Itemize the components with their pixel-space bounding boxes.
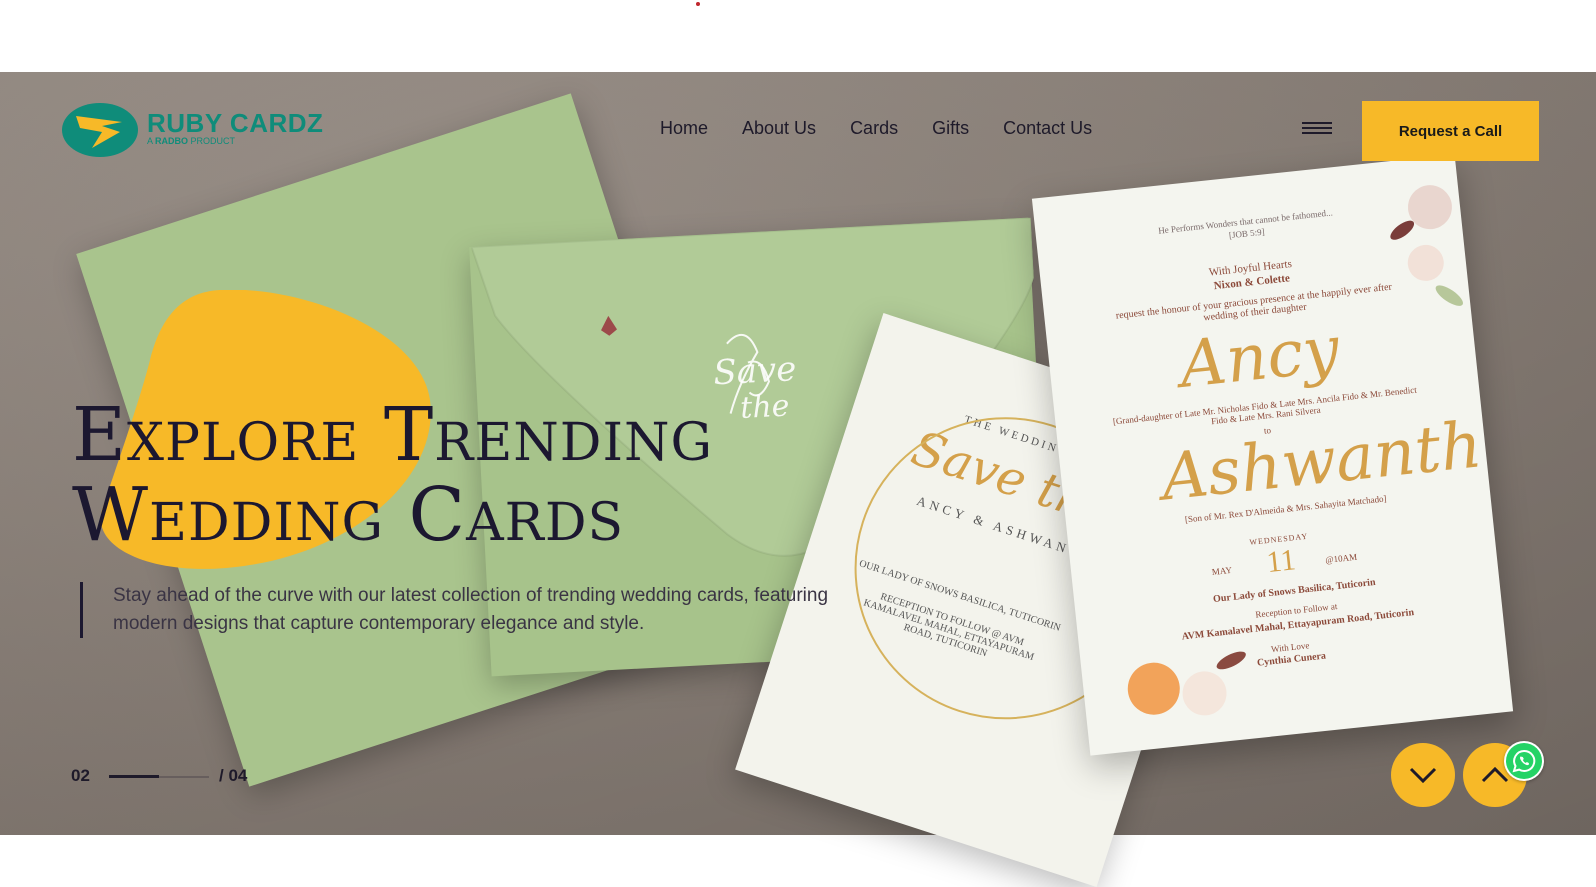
logo-icon — [62, 103, 138, 157]
top-bar — [0, 0, 1596, 72]
floral-decoration — [1390, 185, 1463, 306]
whatsapp-icon — [1512, 749, 1536, 773]
card-time: @10AM — [1324, 551, 1358, 566]
request-call-button[interactable]: Request a Call — [1362, 101, 1539, 161]
invitation-card-main: He Performs Wonders that cannot be fatho… — [1031, 154, 1514, 756]
hero-title-line-2: Wedding Cards — [72, 472, 625, 558]
svg-text:Save: Save — [712, 349, 797, 393]
hero-subtitle: Stay ahead of the curve with our latest … — [113, 585, 829, 634]
chevron-down-icon — [1409, 767, 1437, 784]
hero-title-line-1: Explore Trending — [72, 392, 714, 478]
card-bride: Ancy — [1176, 312, 1343, 403]
card-day: 11 — [1265, 543, 1298, 580]
svg-text:the: the — [739, 388, 790, 426]
slide-total: / 04 — [219, 766, 248, 785]
whatsapp-button[interactable] — [1504, 741, 1544, 781]
card-month: MAY — [1211, 564, 1233, 577]
nav-item-home[interactable]: Home — [660, 118, 708, 139]
main-nav: Home About Us Cards Gifts Contact Us — [660, 118, 1092, 139]
brand-tagline: A RADBO PRODUCT — [147, 136, 236, 146]
hamburger-icon[interactable] — [1302, 122, 1332, 136]
loader-dot — [696, 2, 700, 6]
slide-current: 02 — [71, 766, 90, 785]
hero-title: Explore Trending Wedding Cards — [72, 395, 713, 555]
brand-name: RUBY CARDZ — [147, 108, 324, 138]
nav-item-gifts[interactable]: Gifts — [932, 118, 969, 139]
slide-next-button[interactable] — [1391, 743, 1455, 807]
brand-logo[interactable]: RUBY CARDZ A RADBO PRODUCT — [62, 102, 323, 163]
nav-item-about-us[interactable]: About Us — [742, 118, 816, 139]
nav-item-contact-us[interactable]: Contact Us — [1003, 118, 1092, 139]
subtitle-accent-bar — [80, 582, 83, 638]
nav-item-cards[interactable]: Cards — [850, 118, 898, 139]
slide-progress-fill — [109, 775, 159, 778]
